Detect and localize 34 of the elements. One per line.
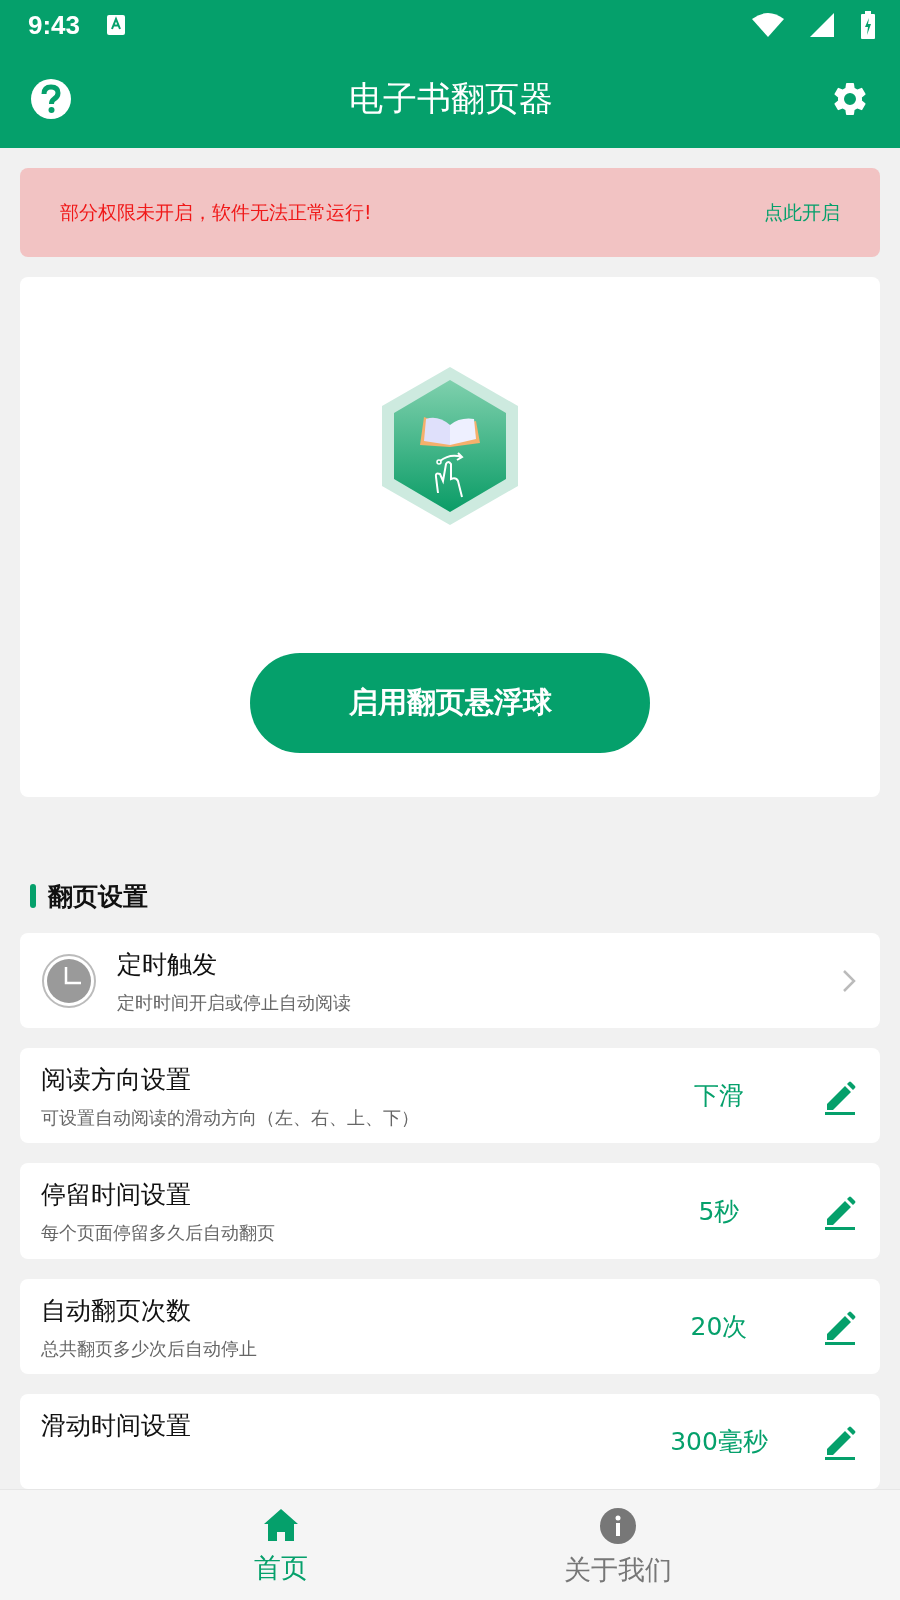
setting-value: 300毫秒 xyxy=(669,1425,769,1458)
setting-title: 滑动时间设置 xyxy=(41,1409,192,1442)
clock-icon xyxy=(41,952,97,1009)
section-title: 翻页设置 xyxy=(48,880,148,913)
help-icon[interactable] xyxy=(30,78,72,120)
keyboard-icon xyxy=(106,14,127,36)
status-time: 9:43 xyxy=(28,9,81,41)
setting-value: 20次 xyxy=(689,1310,749,1343)
chevron-right-icon xyxy=(842,968,856,993)
setting-description: 可设置自动阅读的滑动方向（左、右、上、下） xyxy=(41,1106,420,1131)
setting-title: 阅读方向设置 xyxy=(41,1064,192,1097)
setting-title: 自动翻页次数 xyxy=(41,1294,192,1327)
setting-title: 定时触发 xyxy=(117,949,218,981)
setting-value: 5秒 xyxy=(697,1195,741,1228)
setting-card[interactable]: 滑动时间设置 300毫秒 xyxy=(20,1393,880,1489)
setting-card[interactable]: 自动翻页次数 总共翻页多少次后自动停止 20次 xyxy=(20,1278,880,1374)
setting-description: 每个页面停留多久后自动翻页 xyxy=(41,1221,276,1246)
setting-description: 定时时间开启或停止自动阅读 xyxy=(117,991,352,1015)
setting-description: 总共翻页多少次后自动停止 xyxy=(41,1336,258,1361)
setting-title: 停留时间设置 xyxy=(41,1179,192,1212)
app-logo-icon xyxy=(380,367,520,525)
setting-card[interactable]: 停留时间设置 每个页面停留多久后自动翻页 5秒 xyxy=(20,1163,880,1259)
info-icon xyxy=(599,1508,636,1544)
nav-tab[interactable]: 关于我们 xyxy=(449,1490,786,1600)
warning-message: 部分权限未开启，软件无法正常运行! xyxy=(60,199,372,225)
setting-card[interactable]: 阅读方向设置 可设置自动阅读的滑动方向（左、右、上、下） 下滑 xyxy=(20,1048,880,1144)
section-marker xyxy=(30,884,36,908)
home-icon xyxy=(262,1508,299,1542)
signal-icon xyxy=(810,13,834,37)
battery-icon xyxy=(860,11,876,39)
app-title: 电子书翻页器 xyxy=(349,77,553,120)
setting-card[interactable]: 定时触发 定时时间开启或停止自动阅读 xyxy=(20,933,880,1029)
setting-value: 下滑 xyxy=(693,1080,745,1113)
wifi-icon xyxy=(752,13,784,37)
